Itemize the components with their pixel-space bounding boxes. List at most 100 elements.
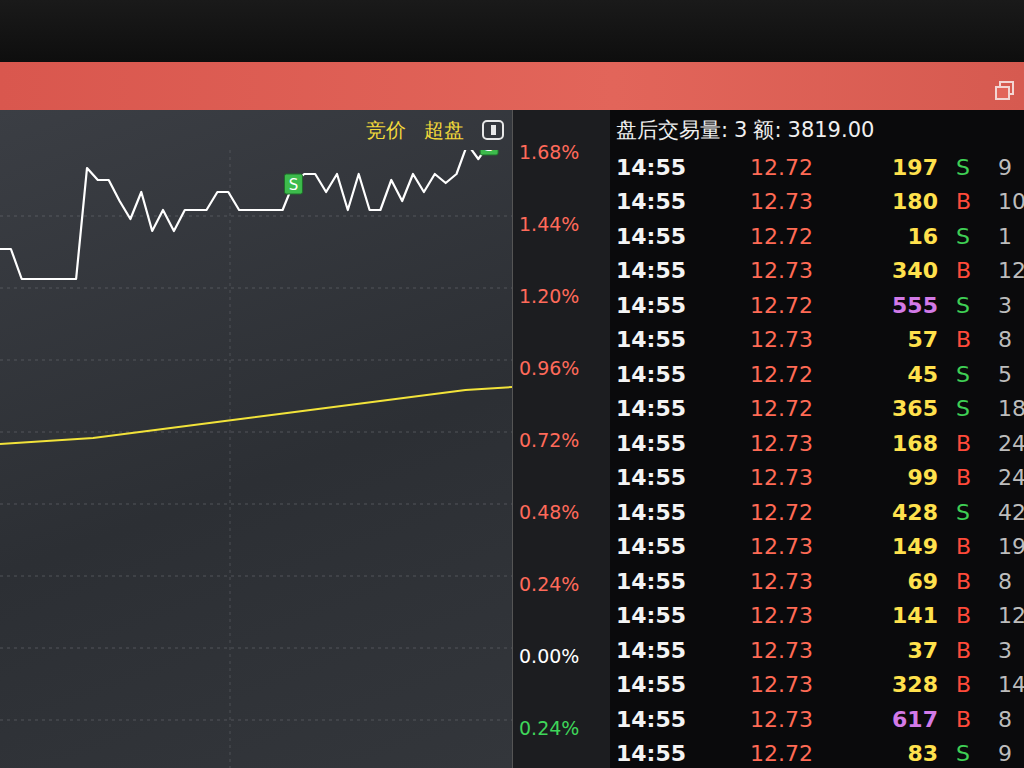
grid-line [0,288,512,289]
trade-side: S [938,500,982,525]
trade-side: B [938,258,982,283]
trade-row[interactable]: 14:5512.72555S3 [610,288,1024,323]
price-line [0,150,500,279]
axis-tick: 1.68% [513,116,610,188]
trade-list: 14:5512.72197S914:5512.73180B1014:5512.7… [610,150,1024,768]
trade-row[interactable]: 14:5512.7337B3 [610,633,1024,668]
trade-time: 14:55 [616,155,750,180]
trade-time: 14:55 [616,569,750,594]
trade-side: B [938,189,982,214]
main-area: 竞价超盘SS1.68%1.44%1.20%0.96%0.72%0.48%0.24… [0,110,1024,768]
trade-side: S [938,362,982,387]
trade-side: S [938,224,982,249]
chart-mode-label[interactable]: 竞价 [366,117,406,144]
trade-count: 5 [982,362,1024,387]
trade-volume: 197 [860,155,938,180]
trade-row[interactable]: 14:5512.72428S42 [610,495,1024,530]
trade-price: 12.73 [750,327,860,352]
trade-time: 14:55 [616,741,750,766]
restore-window-icon[interactable] [994,80,1016,102]
svg-text:S: S [484,150,494,155]
trade-volume: 57 [860,327,938,352]
trade-row[interactable]: 14:5512.73141B12 [610,599,1024,634]
volume-label: 盘后交易量: [616,116,728,144]
trade-time: 14:55 [616,258,750,283]
trade-side: B [938,638,982,663]
trade-row[interactable]: 14:5512.73149B19 [610,530,1024,565]
trade-time: 14:55 [616,293,750,318]
trade-count: 12 [982,603,1024,628]
trade-panel: 盘后交易量:3额:3819.0014:5512.72197S914:5512.7… [610,110,1024,768]
trade-side: S [938,741,982,766]
grid-line [0,648,512,649]
trade-volume: 428 [860,500,938,525]
trade-side: B [938,465,982,490]
trade-summary: 盘后交易量:3额:3819.00 [610,110,1024,150]
grid-line [230,150,231,768]
trade-price: 12.72 [750,396,860,421]
trade-row[interactable]: 14:5512.7369B8 [610,564,1024,599]
trade-row[interactable]: 14:5512.7399B24 [610,461,1024,496]
trade-time: 14:55 [616,396,750,421]
trade-count: 12 [982,258,1024,283]
axis-tick: 1.20% [513,260,610,332]
trade-row[interactable]: 14:5512.73180B10 [610,185,1024,220]
trade-volume: 365 [860,396,938,421]
trade-row[interactable]: 14:5512.73340B12 [610,254,1024,289]
trade-volume: 141 [860,603,938,628]
trade-row[interactable]: 14:5512.72365S18 [610,392,1024,427]
trade-price: 12.73 [750,638,860,663]
trade-volume: 328 [860,672,938,697]
trade-row[interactable]: 14:5512.73328B14 [610,668,1024,703]
grid-line [0,576,512,577]
trade-volume: 69 [860,569,938,594]
trade-row[interactable]: 14:5512.7216S1 [610,219,1024,254]
title-bar [0,62,1024,110]
axis-tick: 0.00% [513,620,610,692]
trade-price: 12.73 [750,431,860,456]
volume-value: 3 [734,118,747,142]
trade-row[interactable]: 14:5512.73617B8 [610,702,1024,737]
trade-side: B [938,672,982,697]
trade-volume: 340 [860,258,938,283]
trade-time: 14:55 [616,431,750,456]
trade-count: 24 [982,465,1024,490]
chart-header: 竞价超盘 [0,110,512,150]
grid-line [0,360,512,361]
trade-price: 12.73 [750,672,860,697]
trade-price: 12.73 [750,465,860,490]
average-line [0,387,512,444]
trade-row[interactable]: 14:5512.73168B24 [610,426,1024,461]
axis-tick: 1.44% [513,188,610,260]
grid-line [0,432,512,433]
trade-price: 12.72 [750,362,860,387]
trade-row[interactable]: 14:5512.7357B8 [610,323,1024,358]
trade-price: 12.73 [750,258,860,283]
trade-side: B [938,327,982,352]
axis-tick: 0.48% [513,476,610,548]
trade-volume: 168 [860,431,938,456]
trade-time: 14:55 [616,465,750,490]
axis-tick: 0.24% [513,548,610,620]
grid-line [0,720,512,721]
trade-count: 9 [982,155,1024,180]
grid-line [0,216,512,217]
trade-time: 14:55 [616,500,750,525]
svg-text:S: S [289,176,299,194]
chart-mode-label[interactable]: 超盘 [424,117,464,144]
trade-side: B [938,603,982,628]
trade-count: 3 [982,638,1024,663]
trade-row[interactable]: 14:5512.7245S5 [610,357,1024,392]
trade-row[interactable]: 14:5512.72197S9 [610,150,1024,185]
toggle-icon[interactable] [482,120,504,140]
trade-row[interactable]: 14:5512.7283S9 [610,737,1024,768]
amount-label: 额: [753,116,781,144]
trade-time: 14:55 [616,707,750,732]
trade-price: 12.73 [750,569,860,594]
trade-time: 14:55 [616,603,750,628]
trade-price: 12.73 [750,189,860,214]
monitor-bezel [0,0,1024,62]
trade-side: B [938,534,982,559]
trade-price: 12.72 [750,741,860,766]
axis-tick: 0.96% [513,332,610,404]
